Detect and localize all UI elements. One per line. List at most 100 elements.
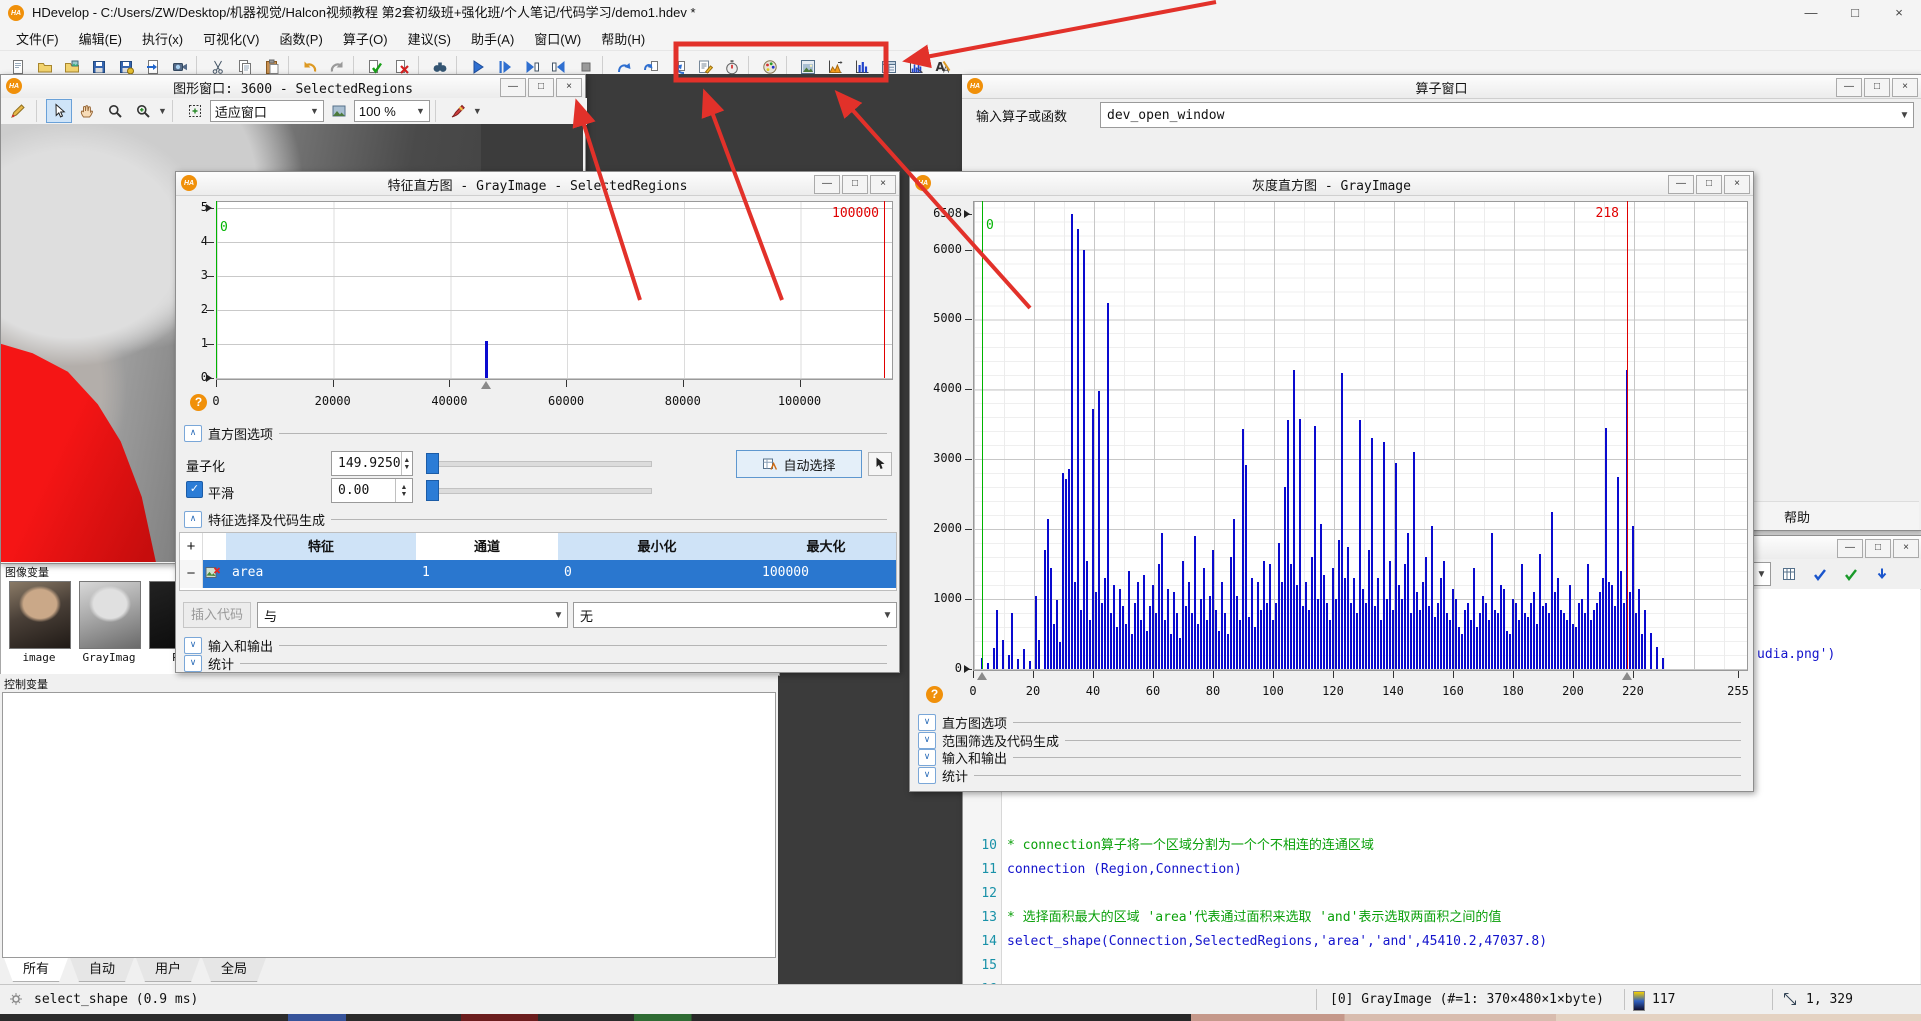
menu-item-9[interactable]: 帮助(H) bbox=[591, 26, 655, 51]
tab-所有[interactable]: 所有 bbox=[4, 958, 68, 982]
procedure-grid-icon[interactable] bbox=[1775, 560, 1802, 588]
insert-code-button[interactable]: 插入代码 bbox=[183, 602, 251, 628]
app-close-button[interactable]: × bbox=[1877, 0, 1921, 25]
image-thumbnail-image[interactable] bbox=[9, 581, 71, 649]
range-marker-icon[interactable] bbox=[977, 672, 987, 680]
close-button[interactable]: × bbox=[870, 175, 896, 194]
syntax-check-icon[interactable] bbox=[1806, 560, 1833, 588]
range-marker-icon[interactable] bbox=[481, 381, 492, 389]
draw-dropdown-caret-icon[interactable]: ▼ bbox=[473, 106, 482, 116]
quantization-spinbox[interactable]: 149.9250 ▲ ▼ bbox=[331, 451, 413, 476]
menu-item-3[interactable]: 可视化(V) bbox=[193, 26, 269, 51]
range-marker-icon[interactable] bbox=[1622, 672, 1632, 680]
collapse-icon[interactable]: ∨ bbox=[184, 655, 202, 672]
quantization-slider-handle[interactable] bbox=[426, 453, 439, 474]
pan-tool-button[interactable] bbox=[74, 99, 100, 123]
quantization-slider[interactable] bbox=[428, 461, 652, 467]
minimize-button[interactable]: — bbox=[500, 78, 526, 97]
maximize-button[interactable]: □ bbox=[1865, 539, 1891, 558]
pick-range-button[interactable] bbox=[868, 452, 892, 476]
control-variables-list[interactable] bbox=[2, 692, 776, 958]
collapse-icon[interactable]: ∧ bbox=[184, 425, 202, 442]
menu-item-4[interactable]: 函数(P) bbox=[269, 26, 332, 51]
menu-item-2[interactable]: 执行(x) bbox=[132, 26, 193, 51]
add-feature-button[interactable]: + bbox=[180, 533, 203, 560]
max-range-line[interactable] bbox=[1627, 201, 1628, 669]
gray-histogram-title-bar[interactable]: HA 灰度直方图 - GrayImage — □ × bbox=[910, 172, 1753, 196]
remove-feature-button[interactable]: − bbox=[180, 560, 203, 588]
fit-window-icon[interactable] bbox=[182, 99, 208, 123]
apply-check-icon[interactable] bbox=[1837, 560, 1864, 588]
zoom-step-button[interactable] bbox=[130, 99, 156, 123]
feature-table-row[interactable]: − area 1 0 100000 bbox=[180, 560, 896, 588]
maximize-button[interactable]: □ bbox=[528, 78, 554, 97]
code-line[interactable] bbox=[1007, 954, 1918, 978]
zoom-percent-select[interactable]: 100 % ▼ bbox=[353, 100, 430, 122]
menu-item-0[interactable]: 文件(F) bbox=[6, 26, 69, 51]
combobox-caret-icon[interactable]: ▼ bbox=[1896, 110, 1913, 121]
reduce-combobox[interactable]: 无 ▼ bbox=[573, 602, 897, 628]
auto-select-button[interactable]: 自动选择 bbox=[736, 450, 862, 478]
cell-max[interactable]: 100000 bbox=[762, 565, 809, 580]
help-button[interactable]: 帮助 bbox=[1737, 507, 1857, 526]
cell-channel[interactable]: 1 bbox=[422, 565, 430, 580]
pointer-tool-button[interactable] bbox=[46, 99, 72, 123]
menu-item-5[interactable]: 算子(O) bbox=[333, 26, 398, 51]
close-button[interactable]: × bbox=[1893, 539, 1919, 558]
collapse-icon[interactable]: ∨ bbox=[918, 731, 936, 749]
maximize-button[interactable]: □ bbox=[1696, 175, 1722, 194]
help-icon[interactable]: ? bbox=[926, 686, 943, 703]
collapse-icon[interactable]: ∨ bbox=[918, 749, 936, 766]
combobox-caret-icon[interactable]: ▼ bbox=[1753, 569, 1770, 580]
minimize-button[interactable]: — bbox=[1837, 539, 1863, 558]
column-header-feature[interactable]: 特征 bbox=[226, 533, 417, 560]
smooth-slider-handle[interactable] bbox=[426, 480, 439, 501]
maximize-button[interactable]: □ bbox=[1864, 78, 1890, 97]
smooth-slider[interactable] bbox=[428, 488, 652, 494]
tab-用户[interactable]: 用户 bbox=[136, 958, 200, 982]
graphics-window-title-bar[interactable]: HA 图形窗口: 3600 - SelectedRegions — □ × bbox=[1, 75, 585, 99]
cell-min[interactable]: 0 bbox=[564, 565, 572, 580]
insert-below-icon[interactable] bbox=[1868, 560, 1895, 588]
collapse-icon[interactable]: ∨ bbox=[184, 637, 202, 654]
feature-histogram-title-bar[interactable]: HA 特征直方图 - GrayImage - SelectedRegions —… bbox=[176, 172, 899, 196]
cell-feature[interactable]: area bbox=[232, 565, 263, 580]
zoom-tool-button[interactable] bbox=[102, 99, 128, 123]
menu-item-8[interactable]: 窗口(W) bbox=[524, 26, 591, 51]
code-line[interactable]: * 选择面积最大的区域 'area'代表通过面积来选取 'and'表示选取两面积… bbox=[1007, 906, 1918, 930]
min-range-line[interactable] bbox=[982, 201, 983, 669]
menu-item-6[interactable]: 建议(S) bbox=[398, 26, 461, 51]
feature-histogram-plot[interactable] bbox=[216, 201, 893, 380]
code-line[interactable]: connection (Region,Connection) bbox=[1007, 858, 1918, 882]
max-range-line[interactable] bbox=[884, 201, 885, 378]
close-button[interactable]: × bbox=[1892, 78, 1918, 97]
tab-自动[interactable]: 自动 bbox=[70, 958, 134, 982]
collapse-icon[interactable]: ∨ bbox=[918, 766, 936, 784]
zoom-dropdown-caret-icon[interactable]: ▼ bbox=[158, 106, 167, 116]
column-header-max[interactable]: 最大化 bbox=[756, 533, 896, 560]
operator-window-title-bar[interactable]: HA 算子窗口 — □ × bbox=[962, 75, 1921, 99]
app-maximize-button[interactable]: □ bbox=[1833, 0, 1877, 25]
code-line[interactable] bbox=[1007, 882, 1918, 906]
operator-input-combobox[interactable]: dev_open_window ▼ bbox=[1100, 102, 1914, 128]
scale-mode-select[interactable]: 适应窗口 ▼ bbox=[209, 100, 324, 122]
image-thumbnail-GrayImag[interactable] bbox=[79, 581, 141, 649]
close-button[interactable]: × bbox=[556, 78, 582, 97]
maximize-button[interactable]: □ bbox=[842, 175, 868, 194]
code-line[interactable]: * connection算子将一个区域分割为一个个不相连的连通区域 bbox=[1007, 834, 1918, 858]
code-line[interactable]: select_shape(Connection,SelectedRegions,… bbox=[1007, 930, 1918, 954]
smooth-checkbox[interactable]: ✓ bbox=[186, 481, 203, 498]
minimize-button[interactable]: — bbox=[1836, 78, 1862, 97]
column-header-channel[interactable]: 通道 bbox=[416, 533, 559, 560]
min-range-line[interactable] bbox=[216, 201, 217, 378]
draw-tool-button[interactable] bbox=[445, 99, 471, 123]
close-button[interactable]: × bbox=[1724, 175, 1750, 194]
minimize-button[interactable]: — bbox=[1668, 175, 1694, 194]
column-header-min[interactable]: 最小化 bbox=[558, 533, 757, 560]
collapse-icon[interactable]: ∨ bbox=[918, 714, 936, 731]
app-minimize-button[interactable]: — bbox=[1789, 0, 1833, 25]
tab-全局[interactable]: 全局 bbox=[202, 958, 266, 982]
menu-item-7[interactable]: 助手(A) bbox=[461, 26, 524, 51]
menu-item-1[interactable]: 编辑(E) bbox=[69, 26, 132, 51]
minimize-button[interactable]: — bbox=[814, 175, 840, 194]
